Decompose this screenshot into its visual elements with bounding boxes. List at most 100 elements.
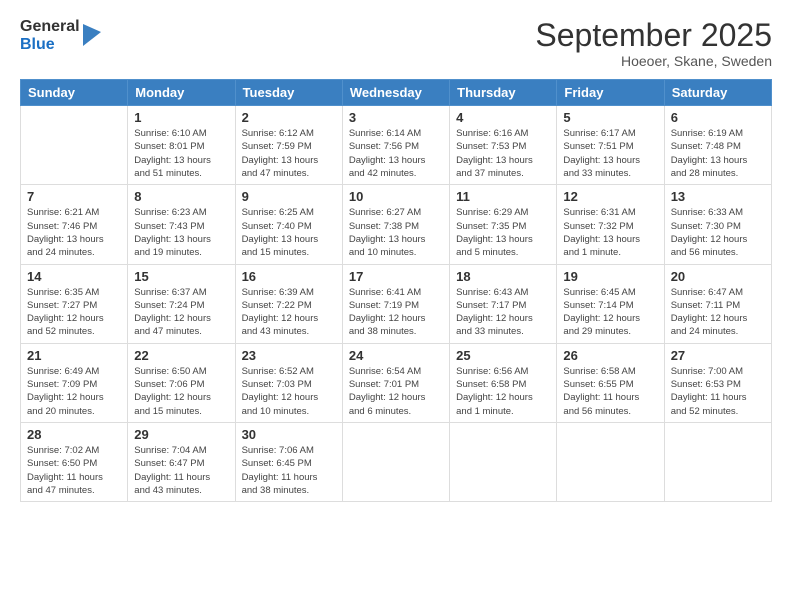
day-number: 16 [242, 269, 336, 284]
day-info: Sunrise: 6:29 AM Sunset: 7:35 PM Dayligh… [456, 206, 550, 259]
day-number: 11 [456, 189, 550, 204]
day-number: 27 [671, 348, 765, 363]
calendar-cell: 27 Sunrise: 7:00 AM Sunset: 6:53 PM Dayli… [664, 343, 771, 422]
day-info: Sunrise: 7:06 AM Sunset: 6:45 PM Dayligh… [242, 444, 336, 497]
day-info: Sunrise: 6:50 AM Sunset: 7:06 PM Dayligh… [134, 365, 228, 418]
day-info: Sunrise: 6:14 AM Sunset: 7:56 PM Dayligh… [349, 127, 443, 180]
calendar-cell: 15 Sunrise: 6:37 AM Sunset: 7:24 PM Dayli… [128, 264, 235, 343]
day-number: 19 [563, 269, 657, 284]
day-info: Sunrise: 6:56 AM Sunset: 6:58 PM Dayligh… [456, 365, 550, 418]
calendar-cell: 22 Sunrise: 6:50 AM Sunset: 7:06 PM Dayli… [128, 343, 235, 422]
day-number: 29 [134, 427, 228, 442]
day-number: 30 [242, 427, 336, 442]
calendar-cell: 3 Sunrise: 6:14 AM Sunset: 7:56 PM Daylig… [342, 106, 449, 185]
calendar-cell: 28Sunrise: 7:02 AM Sunset: 6:50 PM Dayli… [21, 422, 128, 501]
calendar-cell: 21 Sunrise: 6:49 AM Sunset: 7:09 PM Dayli… [21, 343, 128, 422]
page: General Blue September 2025 Hoeoer, Skan… [0, 0, 792, 612]
calendar-cell [450, 422, 557, 501]
calendar-week-4: 28Sunrise: 7:02 AM Sunset: 6:50 PM Dayli… [21, 422, 772, 501]
calendar-cell: 29 Sunrise: 7:04 AM Sunset: 6:47 PM Dayli… [128, 422, 235, 501]
header-row: Sunday Monday Tuesday Wednesday Thursday… [21, 80, 772, 106]
logo-general: General [20, 18, 80, 36]
calendar-cell: 12 Sunrise: 6:31 AM Sunset: 7:32 PM Dayli… [557, 185, 664, 264]
day-info: Sunrise: 6:25 AM Sunset: 7:40 PM Dayligh… [242, 206, 336, 259]
day-number: 2 [242, 110, 336, 125]
day-number: 24 [349, 348, 443, 363]
day-info: Sunrise: 6:45 AM Sunset: 7:14 PM Dayligh… [563, 286, 657, 339]
calendar-cell: 13 Sunrise: 6:33 AM Sunset: 7:30 PM Dayli… [664, 185, 771, 264]
day-info: Sunrise: 6:21 AM Sunset: 7:46 PM Dayligh… [27, 206, 121, 259]
calendar-cell [342, 422, 449, 501]
day-info: Sunrise: 6:47 AM Sunset: 7:11 PM Dayligh… [671, 286, 765, 339]
day-number: 14 [27, 269, 121, 284]
calendar-cell: 11 Sunrise: 6:29 AM Sunset: 7:35 PM Dayli… [450, 185, 557, 264]
day-info: Sunrise: 6:43 AM Sunset: 7:17 PM Dayligh… [456, 286, 550, 339]
day-number: 8 [134, 189, 228, 204]
col-friday: Friday [557, 80, 664, 106]
calendar-cell: 18 Sunrise: 6:43 AM Sunset: 7:17 PM Dayli… [450, 264, 557, 343]
day-number: 4 [456, 110, 550, 125]
day-number: 22 [134, 348, 228, 363]
day-info: Sunrise: 6:52 AM Sunset: 7:03 PM Dayligh… [242, 365, 336, 418]
calendar-week-2: 14Sunrise: 6:35 AM Sunset: 7:27 PM Dayli… [21, 264, 772, 343]
day-info: Sunrise: 6:54 AM Sunset: 7:01 PM Dayligh… [349, 365, 443, 418]
col-tuesday: Tuesday [235, 80, 342, 106]
calendar-cell: 6 Sunrise: 6:19 AM Sunset: 7:48 PM Daylig… [664, 106, 771, 185]
title-block: September 2025 Hoeoer, Skane, Sweden [535, 18, 772, 69]
location: Hoeoer, Skane, Sweden [535, 53, 772, 69]
calendar-cell: 8 Sunrise: 6:23 AM Sunset: 7:43 PM Daylig… [128, 185, 235, 264]
day-info: Sunrise: 6:23 AM Sunset: 7:43 PM Dayligh… [134, 206, 228, 259]
calendar-cell: 14Sunrise: 6:35 AM Sunset: 7:27 PM Dayli… [21, 264, 128, 343]
col-thursday: Thursday [450, 80, 557, 106]
calendar-cell: 20 Sunrise: 6:47 AM Sunset: 7:11 PM Dayli… [664, 264, 771, 343]
day-info: Sunrise: 7:04 AM Sunset: 6:47 PM Dayligh… [134, 444, 228, 497]
calendar-table: Sunday Monday Tuesday Wednesday Thursday… [20, 79, 772, 502]
calendar-cell [557, 422, 664, 501]
day-info: Sunrise: 7:00 AM Sunset: 6:53 PM Dayligh… [671, 365, 765, 418]
calendar-cell: 7 Sunrise: 6:21 AM Sunset: 7:46 PM Daylig… [21, 185, 128, 264]
logo-icon [83, 24, 101, 46]
day-number: 10 [349, 189, 443, 204]
col-monday: Monday [128, 80, 235, 106]
calendar-cell: 9Sunrise: 6:25 AM Sunset: 7:40 PM Daylig… [235, 185, 342, 264]
calendar-week-0: 1Sunrise: 6:10 AM Sunset: 8:01 PM Daylig… [21, 106, 772, 185]
day-number: 6 [671, 110, 765, 125]
day-info: Sunrise: 6:37 AM Sunset: 7:24 PM Dayligh… [134, 286, 228, 339]
day-info: Sunrise: 6:39 AM Sunset: 7:22 PM Dayligh… [242, 286, 336, 339]
day-number: 1 [134, 110, 228, 125]
day-number: 7 [27, 189, 121, 204]
day-number: 13 [671, 189, 765, 204]
day-number: 12 [563, 189, 657, 204]
calendar-cell: 2 Sunrise: 6:12 AM Sunset: 7:59 PM Daylig… [235, 106, 342, 185]
day-number: 15 [134, 269, 228, 284]
calendar-cell: 4 Sunrise: 6:16 AM Sunset: 7:53 PM Daylig… [450, 106, 557, 185]
day-number: 23 [242, 348, 336, 363]
day-info: Sunrise: 6:19 AM Sunset: 7:48 PM Dayligh… [671, 127, 765, 180]
logo: General Blue [20, 18, 101, 53]
calendar-cell: 16 Sunrise: 6:39 AM Sunset: 7:22 PM Dayli… [235, 264, 342, 343]
day-info: Sunrise: 6:58 AM Sunset: 6:55 PM Dayligh… [563, 365, 657, 418]
calendar-cell [664, 422, 771, 501]
calendar-cell: 26Sunrise: 6:58 AM Sunset: 6:55 PM Dayli… [557, 343, 664, 422]
calendar-cell: 25 Sunrise: 6:56 AM Sunset: 6:58 PM Dayli… [450, 343, 557, 422]
calendar-cell: 1Sunrise: 6:10 AM Sunset: 8:01 PM Daylig… [128, 106, 235, 185]
calendar-week-3: 21 Sunrise: 6:49 AM Sunset: 7:09 PM Dayli… [21, 343, 772, 422]
day-number: 20 [671, 269, 765, 284]
month-title: September 2025 [535, 18, 772, 53]
day-info: Sunrise: 6:16 AM Sunset: 7:53 PM Dayligh… [456, 127, 550, 180]
calendar-cell: 17Sunrise: 6:41 AM Sunset: 7:19 PM Dayli… [342, 264, 449, 343]
day-number: 3 [349, 110, 443, 125]
day-number: 18 [456, 269, 550, 284]
day-info: Sunrise: 6:17 AM Sunset: 7:51 PM Dayligh… [563, 127, 657, 180]
calendar-cell [21, 106, 128, 185]
day-number: 25 [456, 348, 550, 363]
logo-text: General Blue [20, 18, 80, 53]
day-number: 17 [349, 269, 443, 284]
day-info: Sunrise: 6:12 AM Sunset: 7:59 PM Dayligh… [242, 127, 336, 180]
day-info: Sunrise: 6:33 AM Sunset: 7:30 PM Dayligh… [671, 206, 765, 259]
col-saturday: Saturday [664, 80, 771, 106]
day-info: Sunrise: 6:49 AM Sunset: 7:09 PM Dayligh… [27, 365, 121, 418]
day-number: 21 [27, 348, 121, 363]
calendar-cell: 30 Sunrise: 7:06 AM Sunset: 6:45 PM Dayli… [235, 422, 342, 501]
day-info: Sunrise: 6:31 AM Sunset: 7:32 PM Dayligh… [563, 206, 657, 259]
